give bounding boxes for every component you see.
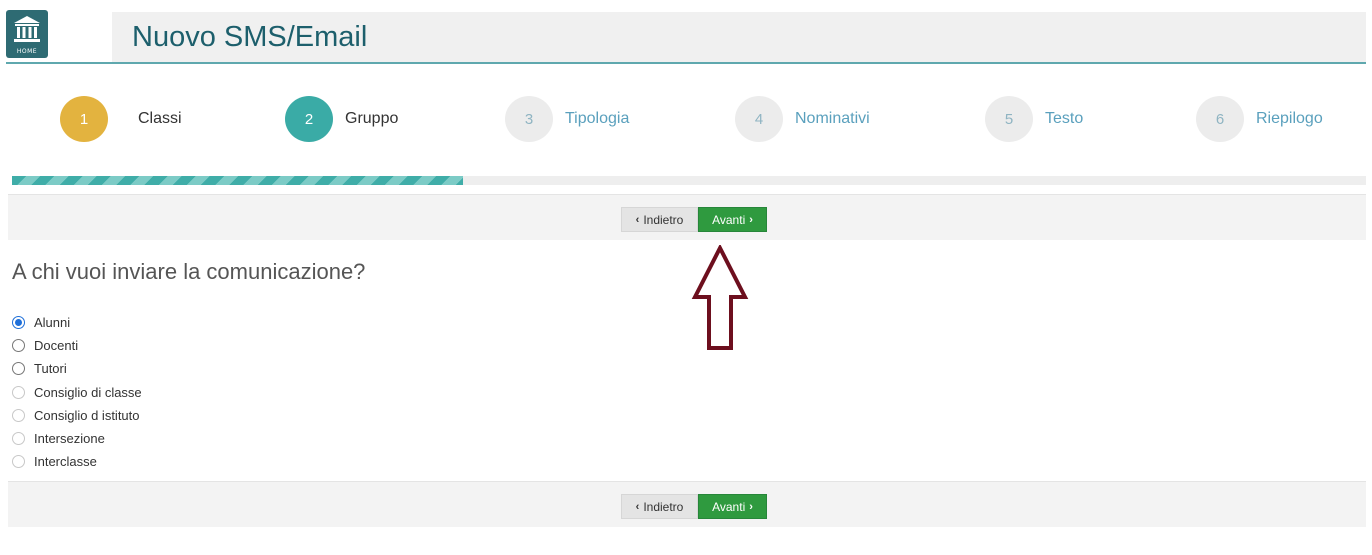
page-title: Nuovo SMS/Email: [132, 21, 368, 53]
step-label: Nominativi: [795, 110, 870, 127]
radio-tutori[interactable]: [12, 362, 25, 376]
chevron-right-icon: ›: [749, 500, 753, 513]
header-bar: Nuovo SMS/Email: [112, 12, 1366, 62]
step-number: 6: [1196, 96, 1244, 142]
option-label: Intersezione: [34, 431, 105, 447]
option-alunni[interactable]: Alunni: [12, 311, 142, 334]
option-label: Tutori: [34, 361, 67, 377]
back-label: Indietro: [643, 212, 684, 227]
question-heading: A chi vuoi inviare la comunicazione?: [12, 259, 366, 284]
arrow-up-outline-icon: [691, 245, 749, 350]
header-divider: [6, 62, 1366, 64]
step-number: 1: [60, 96, 108, 142]
next-label: Avanti: [712, 499, 746, 514]
option-interclasse: Interclasse: [12, 450, 142, 473]
home-button[interactable]: HOME: [6, 10, 48, 58]
step-label: Classi: [138, 110, 182, 127]
back-button[interactable]: ‹ Indietro: [621, 494, 698, 519]
step-number: 3: [505, 96, 553, 142]
radio-intersezione: [12, 432, 25, 446]
step-tipologia[interactable]: 3 Tipologia: [505, 96, 629, 142]
option-label: Consiglio d istituto: [34, 407, 140, 423]
chevron-left-icon: ‹: [635, 500, 640, 513]
option-label: Alunni: [34, 315, 71, 331]
step-label: Gruppo: [345, 110, 399, 127]
back-label: Indietro: [643, 499, 684, 514]
option-label: Consiglio di classe: [34, 384, 142, 400]
wizard-nav-bottom: ‹ Indietro Avanti ›: [8, 481, 1366, 527]
step-number: 4: [735, 96, 783, 142]
step-label: Testo: [1045, 110, 1084, 127]
step-riepilogo[interactable]: 6 Riepilogo: [1196, 96, 1323, 142]
option-label: Docenti: [34, 338, 79, 354]
option-consiglio-istituto: Consiglio d istituto: [12, 404, 142, 427]
progress-fill: [12, 176, 463, 185]
chevron-right-icon: ›: [749, 213, 753, 226]
next-button[interactable]: Avanti ›: [698, 207, 767, 232]
progress-bar: [12, 176, 1366, 185]
radio-docenti[interactable]: [12, 339, 25, 353]
option-consiglio-di-classe: Consiglio di classe: [12, 381, 142, 404]
step-label: Tipologia: [565, 110, 630, 127]
radio-consiglio-di-classe: [12, 385, 25, 399]
radio-consiglio-istituto: [12, 408, 25, 422]
chevron-left-icon: ‹: [635, 213, 640, 226]
recipient-options: Alunni Docenti Tutori Consiglio di class…: [12, 311, 142, 473]
bank-building-icon: [14, 16, 40, 42]
step-label: Riepilogo: [1256, 110, 1323, 127]
step-nominativi[interactable]: 4 Nominativi: [735, 96, 870, 142]
option-intersezione: Intersezione: [12, 427, 142, 450]
next-button[interactable]: Avanti ›: [698, 494, 767, 519]
step-number: 5: [985, 96, 1033, 142]
step-testo[interactable]: 5 Testo: [985, 96, 1083, 142]
radio-alunni[interactable]: [12, 316, 25, 330]
option-label: Interclasse: [34, 454, 97, 470]
wizard-nav-top: ‹ Indietro Avanti ›: [8, 194, 1366, 240]
option-tutori[interactable]: Tutori: [12, 357, 142, 380]
home-label: HOME: [16, 48, 38, 55]
radio-interclasse: [12, 455, 25, 469]
step-classi[interactable]: 1 Classi: [60, 96, 182, 142]
option-docenti[interactable]: Docenti: [12, 334, 142, 357]
back-button[interactable]: ‹ Indietro: [621, 207, 698, 232]
step-gruppo[interactable]: 2 Gruppo: [285, 96, 398, 142]
next-label: Avanti: [712, 212, 746, 227]
step-number: 2: [285, 96, 333, 142]
